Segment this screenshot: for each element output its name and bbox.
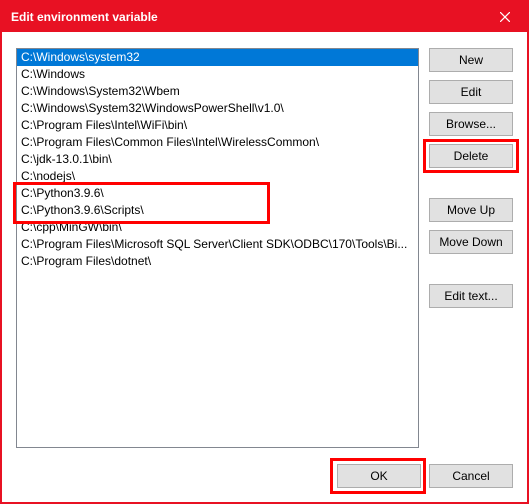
ok-button[interactable]: OK bbox=[337, 464, 421, 488]
list-item[interactable]: C:\Python3.9.6\ bbox=[17, 185, 418, 202]
list-item[interactable]: C:\nodejs\ bbox=[17, 168, 418, 185]
cancel-button[interactable]: Cancel bbox=[429, 464, 513, 488]
list-item[interactable]: C:\Program Files\Intel\WiFi\bin\ bbox=[17, 117, 418, 134]
edittext-button[interactable]: Edit text... bbox=[429, 284, 513, 308]
list-item[interactable]: C:\jdk-13.0.1\bin\ bbox=[17, 151, 418, 168]
spacer bbox=[429, 176, 513, 198]
moveup-button[interactable]: Move Up bbox=[429, 198, 513, 222]
list-item[interactable]: C:\Windows bbox=[17, 66, 418, 83]
client-area: C:\Windows\system32C:\WindowsC:\Windows\… bbox=[2, 32, 527, 502]
bottom-row: OK Cancel bbox=[16, 464, 513, 488]
new-button[interactable]: New bbox=[429, 48, 513, 72]
title-bar: Edit environment variable bbox=[2, 2, 527, 32]
close-icon bbox=[500, 12, 510, 22]
list-item[interactable]: C:\Windows\System32\Wbem bbox=[17, 83, 418, 100]
side-buttons: New Edit Browse... Delete Move Up Move D… bbox=[429, 48, 513, 458]
list-item[interactable]: C:\Program Files\dotnet\ bbox=[17, 253, 418, 270]
list-item[interactable]: C:\cpp\MinGW\bin\ bbox=[17, 219, 418, 236]
list-item[interactable]: C:\Windows\System32\WindowsPowerShell\v1… bbox=[17, 100, 418, 117]
list-item[interactable]: C:\Program Files\Common Files\Intel\Wire… bbox=[17, 134, 418, 151]
list-wrap: C:\Windows\system32C:\WindowsC:\Windows\… bbox=[16, 48, 419, 458]
close-button[interactable] bbox=[482, 2, 527, 32]
path-listbox[interactable]: C:\Windows\system32C:\WindowsC:\Windows\… bbox=[16, 48, 419, 448]
work-row: C:\Windows\system32C:\WindowsC:\Windows\… bbox=[16, 48, 513, 458]
list-item[interactable]: C:\Windows\system32 bbox=[17, 49, 418, 66]
delete-button[interactable]: Delete bbox=[429, 144, 513, 168]
window-title: Edit environment variable bbox=[11, 10, 482, 24]
list-item[interactable]: C:\Python3.9.6\Scripts\ bbox=[17, 202, 418, 219]
list-item[interactable]: C:\Program Files\Microsoft SQL Server\Cl… bbox=[17, 236, 418, 253]
browse-button[interactable]: Browse... bbox=[429, 112, 513, 136]
edit-button[interactable]: Edit bbox=[429, 80, 513, 104]
movedown-button[interactable]: Move Down bbox=[429, 230, 513, 254]
spacer bbox=[429, 262, 513, 284]
